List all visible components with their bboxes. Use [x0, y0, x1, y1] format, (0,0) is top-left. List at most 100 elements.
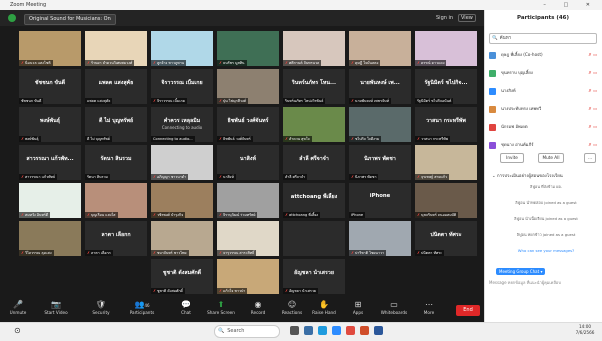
participant-tile[interactable]: สาวรรณา แก้วพัท... ✗สาวรรณา แก้วพัทธ์ — [19, 145, 81, 180]
apps-button[interactable]: ⊞ Apps — [342, 300, 374, 315]
participant-tile[interactable]: รัตนา สินรวม รัตนา สินรวม — [85, 145, 147, 180]
end-meeting-button[interactable]: End — [456, 305, 480, 316]
participants-button[interactable]: 👥46 Participants — [126, 300, 158, 315]
participant-tile[interactable]: ✗อภิญญา ชาวนาดำ — [151, 145, 213, 180]
participant-tile[interactable]: ✗ดรรณ์ ดาวแดง — [415, 31, 477, 66]
participant-tile[interactable]: แพลต แสงสุคัธ แพลต แสงสุคัธ — [85, 69, 147, 104]
mic-muted-icon: ✗ — [351, 99, 355, 103]
mute-all-button[interactable]: Mute All — [538, 153, 564, 163]
raise-hand-button[interactable]: ✋ Raise Hand — [308, 300, 340, 315]
participant-tile[interactable]: ดี ไม่ บุญทรัพย์ ดี ไม่ บุญทรัพย์ — [85, 107, 147, 142]
mic-muted-icon: ✗ — [219, 251, 223, 255]
record-button[interactable]: ◉ Record — [242, 300, 274, 315]
chat-recipient-dropdown[interactable]: Meeting Group Chat ▾ — [496, 268, 546, 275]
participant-tile[interactable]: ปนิตตา ทัศระ ✗ปนิตตา ทัศระ — [415, 221, 477, 256]
participant-tile[interactable]: ลาตา เลือกก ✗ลาตา เลือกก — [85, 221, 147, 256]
sign-in-link[interactable]: Sign in — [436, 15, 453, 21]
participant-tile[interactable]: ✗จุรเชษฐ์ สายแก้ว — [415, 145, 477, 180]
powerpoint-icon[interactable] — [360, 326, 369, 335]
participant-tile[interactable]: ✗วิไลวรรณ ลุงแสง — [19, 221, 81, 256]
participant-label-text: ชูชาติ ดังสมศักดิ์ — [157, 289, 183, 293]
participant-tile[interactable]: ✗ปาริชาติ ไชยนาวา — [349, 221, 411, 256]
view-button[interactable]: View — [458, 14, 476, 22]
participant-tile[interactable]: จิราวรรณ เบิ้มเกย ✗จิราวรรณ เบิ้มเกย — [151, 69, 213, 104]
edge-icon[interactable] — [318, 326, 327, 335]
participant-tile[interactable]: ✗ชบาจันทร์ ชาวไทย — [151, 221, 213, 256]
participant-label: ✗ร้านยา ลำดวนวิเศษสมวงศ์ — [85, 60, 135, 66]
whiteboards-button[interactable]: ▭ Whiteboards — [378, 300, 410, 315]
participant-tile[interactable]: คำควร เหลุลมิม Connecting to audio Connect… — [151, 107, 213, 142]
participant-row[interactable]: นางประทับทรง เทพทวี ✗ ▭ — [489, 104, 597, 114]
security-label: Security — [92, 310, 110, 315]
taskbar-search[interactable]: 🔍 Search — [214, 325, 280, 338]
participant-tile[interactable]: นิภาพร พัดชา ✗นิภาพร พัดชา — [349, 145, 411, 180]
participant-tile[interactable]: ลำลี ศรีจาจำ ลำลี ศรีจาจำ — [283, 145, 345, 180]
participant-row[interactable]: นักรอฟ อัพเดต ✗ ▭ — [489, 122, 597, 132]
participant-tile[interactable]: ✗แก้วใจ ชาวป่า — [217, 259, 279, 294]
security-button[interactable]: 🛡 Security — [85, 300, 117, 315]
participant-label: ✗ปนิตตา ทัศระ — [415, 250, 445, 256]
participant-tile[interactable]: ✗ร้านยา ลำดวนวิเศษสมวงศ์ — [85, 31, 147, 66]
participant-tile[interactable]: นายพันหงษ์ เพ... ✗นายพันหงษ์ เพชรจันท์ — [349, 69, 411, 104]
participant-tile[interactable]: ✗นุชจรินทร์ ถนอมสมบัติ — [415, 183, 477, 218]
mic-muted-icon: ✗ ▭ — [588, 88, 597, 93]
chat-message: ลิฟูอน ที่ส่งข้าม ผอ. — [530, 184, 562, 189]
unmute-button[interactable]: 🎤 Unmute — [2, 300, 34, 315]
more-options-button[interactable]: ... — [584, 153, 596, 163]
participant-search-input[interactable]: 🔍 ค้นหา — [489, 33, 597, 44]
invite-button[interactable]: Invite — [500, 153, 524, 163]
chat-button[interactable]: 💬 Chat — [170, 300, 202, 315]
participant-row[interactable]: ดุษฎ พี่เลี้ยง (Co-host) ✗ ▭ — [489, 50, 597, 60]
participant-tile[interactable]: ✗จารุวรรณ สาระสิทธิ์ — [217, 221, 279, 256]
reactions-button[interactable]: ☺ Reactions — [276, 300, 308, 315]
participant-tile[interactable]: ✗ลูกจ้าง ชาวภูพาน — [151, 31, 213, 66]
participant-tile[interactable]: ชูชาติ ดังสมศักดิ์ ✗ชูชาติ ดังสมศักดิ์ — [151, 259, 213, 294]
participant-tile[interactable]: รัฐนิมิตร์ ชไปกิจ... รัฐนิมิตร์ ชไปกิจอนั… — [415, 69, 477, 104]
participant-tile[interactable]: ✗ดุษฎี ใจมั่นลคง — [349, 31, 411, 66]
participant-tile[interactable]: พงษ์พันธุ์ ✗พงษ์พันธุ์ — [19, 107, 81, 142]
chrome-icon[interactable] — [346, 326, 355, 335]
windows-start-icon[interactable]: ⊙ — [14, 327, 22, 335]
participant-tile[interactable]: ✗ธนรัชร มูลทิน — [217, 31, 279, 66]
mic-muted-icon: ✗ — [87, 61, 91, 65]
start-video-button[interactable]: 📷 Start Video — [40, 300, 72, 315]
participant-tile[interactable]: รินทร์นภัทร โหน... รินทร์นภัทร โหน่งวิรพั… — [283, 69, 345, 104]
participant-tile[interactable]: attchoang พี่เลี้ยง ✗attchoang พี่เลี้ยง — [283, 183, 345, 218]
participant-tile[interactable]: ธิชพันธ์ วงศ์จันทร์ ✗ธิชพันธ์ วงศ์จันทร์ — [217, 107, 279, 142]
participant-tile[interactable]: ✗บุญเรือน แสงใส — [85, 183, 147, 218]
participant-tile[interactable]: ✗วชิรพงศ์ บำรุงกิจ — [151, 183, 213, 218]
participant-tile[interactable]: ✗สมหวัง อินทร์ดี — [19, 183, 81, 218]
task-view-icon[interactable] — [290, 326, 299, 335]
participant-tile[interactable]: วาสนา กระหรีพัพ ✗วาสนา กระหรีพัพ — [415, 107, 477, 142]
chat-input[interactable]: Message ทยกข้อมูล ที่แนะนำผู้คุมเคลือบ — [489, 279, 597, 287]
participant-tile[interactable]: ✗ชไปกิจ ใจดีงาม — [349, 107, 411, 142]
participant-row[interactable]: ชุดนาง อ่านคัมภีร์ ✗ ▭ — [489, 140, 597, 150]
participant-tile[interactable]: ✗ลำดวน สุขใจ — [283, 107, 345, 142]
security-shield-icon[interactable] — [8, 14, 16, 22]
mic-muted-icon: ✗ — [21, 175, 25, 179]
more-button[interactable]: ⋯ More — [413, 300, 445, 315]
participant-tile[interactable]: ✗ศศิกานต์ จันทรนวล — [283, 31, 345, 66]
participant-label-text: พงษ์พันธุ์ — [25, 137, 39, 141]
file-explorer-icon[interactable] — [304, 326, 313, 335]
mic-muted-icon: ✗ — [351, 175, 355, 179]
participant-tile[interactable]: ✗ปุ่น ไข่มุกสีวงศ์ — [217, 69, 279, 104]
participant-label: ชัชชนก ขันดี — [19, 98, 44, 104]
mic-muted-icon: ✗ — [417, 175, 421, 179]
window-controls[interactable]: – □ ✕ — [543, 0, 598, 10]
participant-tile[interactable]: นาสิงห์ ✗นาสิงห์ — [217, 145, 279, 180]
participant-row[interactable]: ขุนทราบ บุญเลี้ยง ✗ ▭ — [489, 68, 597, 78]
participant-tile[interactable]: ✗จิรานุวัฒน์ ร่วมทรัพย์ — [217, 183, 279, 218]
participant-tile[interactable]: ✗นิ่มนวล แสงโชติ — [19, 31, 81, 66]
participant-row[interactable]: นางสิงห์ ✗ ▭ — [489, 86, 597, 96]
whiteboards-label: Whiteboards — [380, 310, 408, 315]
participant-tile[interactable] — [283, 221, 345, 256]
share-screen-button[interactable]: ⬆ Share Screen — [205, 300, 237, 315]
zoom-icon[interactable] — [332, 326, 341, 335]
original-sound-button[interactable]: Original Sound for Musicians: On — [24, 14, 116, 25]
participant-tile[interactable]: iPhone iPhone — [349, 183, 411, 218]
word-icon[interactable] — [374, 326, 383, 335]
participant-label: ✗ดรรณ์ ดาวแดง — [415, 60, 447, 66]
participant-tile[interactable]: ชัชชนก ขันดี ชัชชนก ขันดี — [19, 69, 81, 104]
participant-tile[interactable]: อัญชลา นำเสรวย ✗อัญชลา นำเสรวย — [283, 259, 345, 294]
